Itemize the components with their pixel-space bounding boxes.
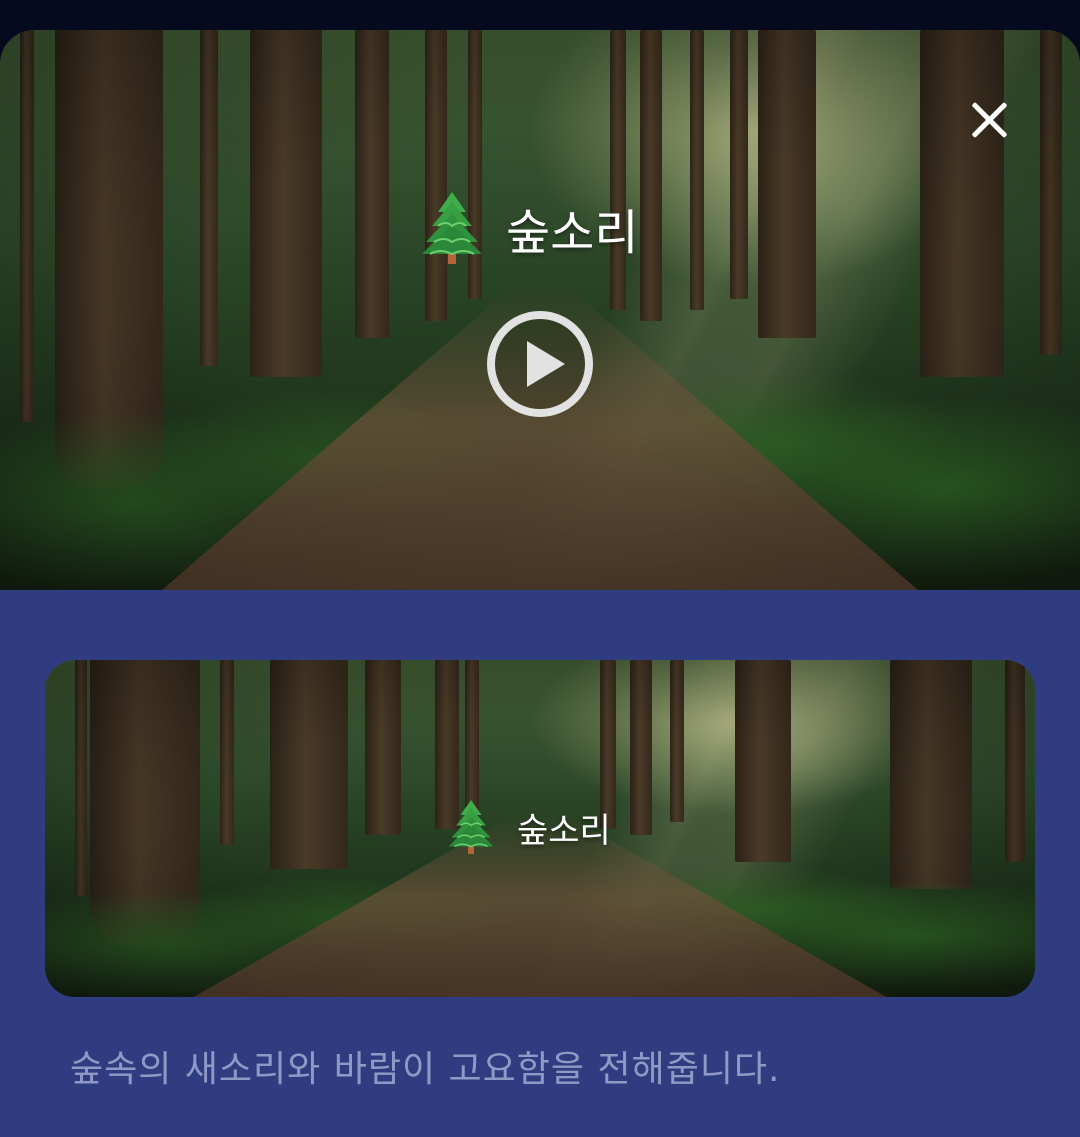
card-title: 숲소리 <box>447 798 611 856</box>
play-button[interactable] <box>485 309 595 419</box>
evergreen-tree-icon <box>447 798 495 856</box>
sound-description: 숲속의 새소리와 바람이 고요함을 전해줍니다. <box>70 1049 781 1090</box>
hero-title-text: 숲소리 <box>506 205 639 261</box>
evergreen-tree-icon <box>420 190 484 266</box>
forest-sound-screen: 숲소리 숲소리 숲속의 새소리와 바람이 고요함을 전해줍니다. <box>0 0 1080 1137</box>
hero-title: 숲소리 <box>420 190 638 266</box>
play-circle-icon <box>487 311 593 417</box>
close-button[interactable] <box>965 95 1015 145</box>
card-title-text: 숲소리 <box>517 810 611 851</box>
